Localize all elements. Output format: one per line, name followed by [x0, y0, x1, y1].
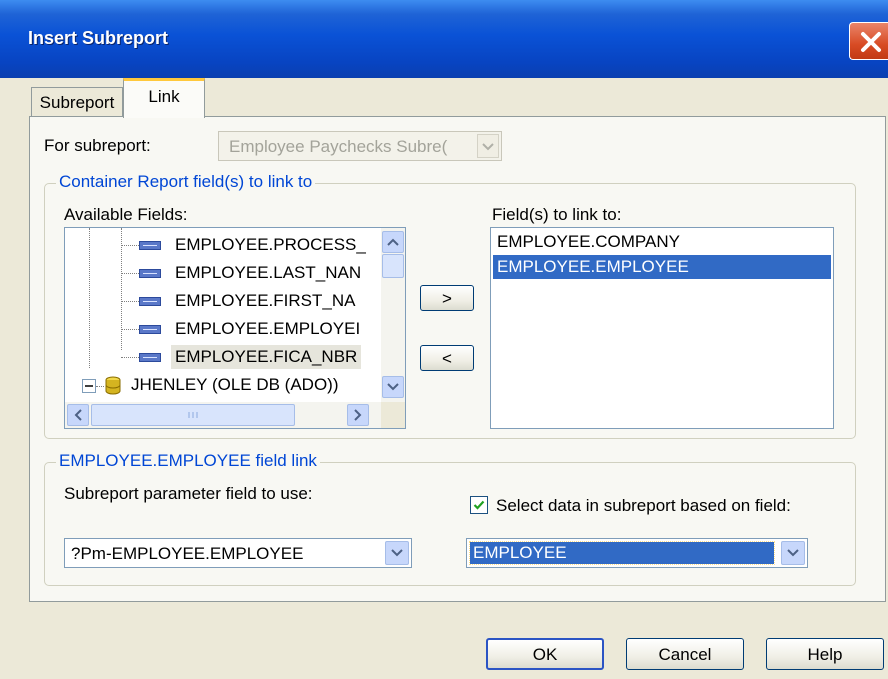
- container-group-title: Container Report field(s) to link to: [56, 172, 316, 192]
- fields-to-link-list[interactable]: EMPLOYEE.COMPANY EMPLOYEE.EMPLOYEE: [490, 227, 834, 429]
- scroll-right-button[interactable]: [347, 404, 369, 426]
- chevron-down-icon: [477, 134, 499, 158]
- for-subreport-combo: Employee Paychecks Subre(: [218, 131, 502, 161]
- available-fields-label: Available Fields:: [64, 205, 188, 224]
- horizontal-scrollbar[interactable]: [65, 402, 381, 428]
- tree-item[interactable]: EMPLOYEE.FIRST_NA: [65, 288, 380, 316]
- list-item-selected[interactable]: EMPLOYEE.EMPLOYEE: [493, 255, 831, 279]
- remove-field-button[interactable]: <: [420, 345, 474, 371]
- chevron-down-icon: [787, 549, 799, 557]
- chevron-down-icon: [391, 549, 403, 557]
- grip-icon: [188, 412, 198, 418]
- collapse-icon: [82, 379, 96, 393]
- field-icon: [139, 325, 161, 334]
- field-icon: [139, 353, 161, 362]
- select-data-field-dropdown[interactable]: EMPLOYEE: [466, 538, 808, 568]
- scroll-left-button[interactable]: [67, 404, 89, 426]
- database-icon: [105, 376, 121, 395]
- field-icon: [139, 241, 161, 250]
- close-button[interactable]: [849, 22, 888, 60]
- tab-subreport[interactable]: Subreport: [31, 87, 123, 117]
- help-button[interactable]: Help: [766, 638, 884, 670]
- param-field-dropdown[interactable]: ?Pm-EMPLOYEE.EMPLOYEE: [64, 538, 412, 568]
- for-subreport-value: Employee Paychecks Subre(: [229, 137, 448, 156]
- close-icon: [861, 32, 881, 52]
- field-icon: [139, 269, 161, 278]
- scroll-corner: [381, 402, 405, 428]
- tree-item[interactable]: EMPLOYEE.FICA_NBR: [65, 344, 380, 372]
- chevron-left-icon: [74, 409, 82, 421]
- tree-item[interactable]: EMPLOYEE.EMPLOYEI: [65, 316, 380, 344]
- tree-item[interactable]: EMPLOYEE.PROCESS_: [65, 232, 380, 260]
- scroll-down-button[interactable]: [382, 376, 404, 398]
- chevron-right-icon: [354, 409, 362, 421]
- checkmark-icon: [473, 500, 485, 510]
- tree-item[interactable]: EMPLOYEE.LAST_NAN: [65, 260, 380, 288]
- list-item[interactable]: EMPLOYEE.COMPANY: [497, 232, 680, 252]
- select-data-checkbox[interactable]: [470, 496, 488, 514]
- param-field-value: ?Pm-EMPLOYEE.EMPLOYEE: [71, 544, 304, 563]
- chevron-up-icon: [387, 238, 399, 246]
- tab-link-label: Link: [148, 87, 180, 106]
- select-data-label[interactable]: Select data in subreport based on field:: [496, 496, 791, 516]
- for-subreport-label: For subreport:: [44, 136, 151, 155]
- tab-link[interactable]: Link: [123, 78, 205, 118]
- scroll-thumb[interactable]: [382, 254, 404, 278]
- ok-button[interactable]: OK: [486, 638, 604, 670]
- field-link-group-title: EMPLOYEE.EMPLOYEE field link: [56, 451, 320, 471]
- insert-subreport-dialog: Insert Subreport Subreport Link For subr…: [0, 0, 888, 679]
- window-title: Insert Subreport: [28, 28, 169, 48]
- dropdown-arrow-button[interactable]: [781, 541, 805, 565]
- field-icon: [139, 297, 161, 306]
- tab-subreport-label: Subreport: [39, 93, 115, 112]
- add-field-button[interactable]: >: [420, 285, 474, 311]
- fields-to-link-label: Field(s) to link to:: [492, 205, 622, 224]
- chevron-down-icon: [387, 383, 399, 391]
- vertical-scrollbar[interactable]: [381, 228, 405, 402]
- title-bar[interactable]: Insert Subreport: [0, 0, 888, 78]
- scroll-thumb-horizontal[interactable]: [91, 404, 295, 426]
- dropdown-arrow-button[interactable]: [385, 541, 409, 565]
- available-fields-tree[interactable]: EMPLOYEE.PROCESS_ EMPLOYEE.LAST_NAN EMPL…: [64, 227, 406, 429]
- param-field-label: Subreport parameter field to use:: [64, 484, 313, 503]
- tree-item-datasource[interactable]: JHENLEY (OLE DB (ADO)): [65, 372, 380, 400]
- scroll-up-button[interactable]: [382, 231, 404, 253]
- select-data-field-value: EMPLOYEE: [473, 543, 567, 562]
- cancel-button[interactable]: Cancel: [626, 638, 744, 670]
